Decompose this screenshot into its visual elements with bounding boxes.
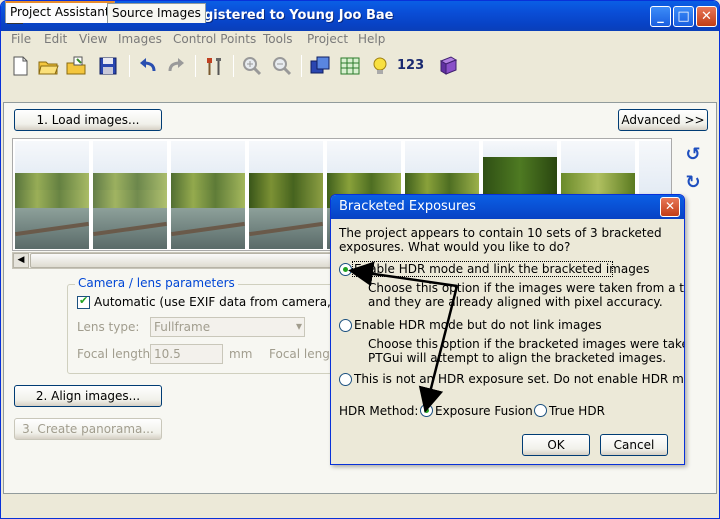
focal-length-label: Focal length: xyxy=(77,347,155,361)
close-button[interactable]: ✕ xyxy=(696,6,717,27)
create-panorama-button[interactable]: 3. Create panorama... xyxy=(14,418,162,440)
chevron-down-icon: ▾ xyxy=(295,319,302,333)
automatic-checkbox[interactable] xyxy=(77,294,90,309)
menu-edit[interactable]: Edit xyxy=(44,32,67,46)
thumbnail[interactable] xyxy=(171,141,245,249)
align-images-button[interactable]: 2. Align images... xyxy=(14,385,162,407)
option-nolink-desc-line2: PTGui will attempt to align the brackete… xyxy=(368,351,667,365)
automatic-label: Automatic (use EXIF data from camera, if… xyxy=(94,295,368,309)
focal-length-field[interactable]: 10.5 xyxy=(150,344,223,364)
menu-bar: File Edit View Images Control Points Too… xyxy=(1,31,719,49)
menu-file[interactable]: File xyxy=(11,32,31,46)
main-window: Untitled * - PTGui Pro registered to You… xyxy=(0,0,720,519)
toolbar: 123 xyxy=(1,50,719,82)
advanced-button[interactable]: Advanced >> xyxy=(618,109,708,131)
undo-icon[interactable] xyxy=(137,55,159,77)
cancel-button[interactable]: Cancel xyxy=(600,434,668,456)
tab-source-images[interactable]: Source Images xyxy=(107,3,206,23)
menu-images[interactable]: Images xyxy=(118,32,162,46)
book-icon[interactable] xyxy=(437,55,459,77)
dialog-intro-line1: The project appears to contain 10 sets o… xyxy=(339,226,662,240)
dialog-title-bar[interactable]: Bracketed Exposures ✕ xyxy=(331,195,684,219)
new-icon[interactable] xyxy=(9,55,31,77)
thumbnail[interactable] xyxy=(15,141,89,249)
lens-type-label: Lens type: xyxy=(77,320,140,334)
method-fusion-label[interactable]: Exposure Fusion xyxy=(435,404,533,418)
focal-length-unit: mm xyxy=(229,347,253,361)
dialog-close-icon[interactable]: ✕ xyxy=(660,197,680,217)
camera-lens-group-title: Camera / lens parameters xyxy=(75,276,238,290)
zoom-in-icon[interactable] xyxy=(241,55,263,77)
save-icon[interactable] xyxy=(97,55,119,77)
rotate-left-icon[interactable]: ↺ xyxy=(683,145,703,165)
dialog-intro-line2: exposures. What would you like to do? xyxy=(339,240,571,254)
maximize-button[interactable]: □ xyxy=(673,6,694,27)
rotate-right-icon[interactable]: ↻ xyxy=(683,173,703,193)
open-icon[interactable] xyxy=(37,55,59,77)
menu-help[interactable]: Help xyxy=(358,32,385,46)
menu-control-points[interactable]: Control Points xyxy=(173,32,256,46)
method-fusion-radio[interactable] xyxy=(420,404,433,417)
redo-icon[interactable] xyxy=(165,55,187,77)
menu-view[interactable]: View xyxy=(79,32,107,46)
table-icon[interactable] xyxy=(339,55,361,77)
minimize-button[interactable]: _ xyxy=(650,6,671,27)
option-nolink-desc-line1: Choose this option if the bracketed imag… xyxy=(368,337,684,351)
option-link-label[interactable]: Enable HDR mode and link the bracketed i… xyxy=(354,262,649,276)
tab-project-assistant[interactable]: Project Assistant xyxy=(5,1,115,23)
lens-type-value: Fullframe xyxy=(154,320,211,334)
bracketed-exposures-dialog: Bracketed Exposures ✕ The project appear… xyxy=(330,194,685,465)
option-link-radio[interactable] xyxy=(339,263,352,276)
method-truehdr-label[interactable]: True HDR xyxy=(549,404,605,418)
thumbnail[interactable] xyxy=(93,141,167,249)
menu-tools[interactable]: Tools xyxy=(263,32,293,46)
open-template-icon[interactable] xyxy=(65,55,87,77)
method-truehdr-radio[interactable] xyxy=(534,404,547,417)
load-images-button[interactable]: 1. Load images... xyxy=(14,109,162,131)
option-nohdr-radio[interactable] xyxy=(339,373,352,386)
thumbnail[interactable] xyxy=(249,141,323,249)
option-nolink-radio[interactable] xyxy=(339,319,352,332)
ok-button[interactable]: OK xyxy=(522,434,590,456)
option-nohdr-label[interactable]: This is not an HDR exposure set. Do not … xyxy=(354,372,684,386)
tools-icon[interactable] xyxy=(203,55,225,77)
scroll-left-icon[interactable]: ◀ xyxy=(13,253,29,268)
lens-type-select[interactable]: Fullframe ▾ xyxy=(150,317,305,337)
numbering-icon[interactable]: 123 xyxy=(397,58,424,73)
scrollbar-thumb[interactable] xyxy=(30,253,350,268)
panorama-editor-icon[interactable] xyxy=(309,55,331,77)
zoom-out-icon[interactable] xyxy=(271,55,293,77)
bulb-icon[interactable] xyxy=(369,55,391,77)
option-nolink-label[interactable]: Enable HDR mode but do not link images xyxy=(354,318,602,332)
dialog-title: Bracketed Exposures xyxy=(339,199,476,214)
option-link-desc-line1: Choose this option if the images were ta… xyxy=(368,281,685,295)
option-link-desc-line2: and they are already aligned with pixel … xyxy=(368,295,663,309)
menu-project[interactable]: Project xyxy=(307,32,348,46)
hdr-method-label: HDR Method: xyxy=(339,404,419,418)
